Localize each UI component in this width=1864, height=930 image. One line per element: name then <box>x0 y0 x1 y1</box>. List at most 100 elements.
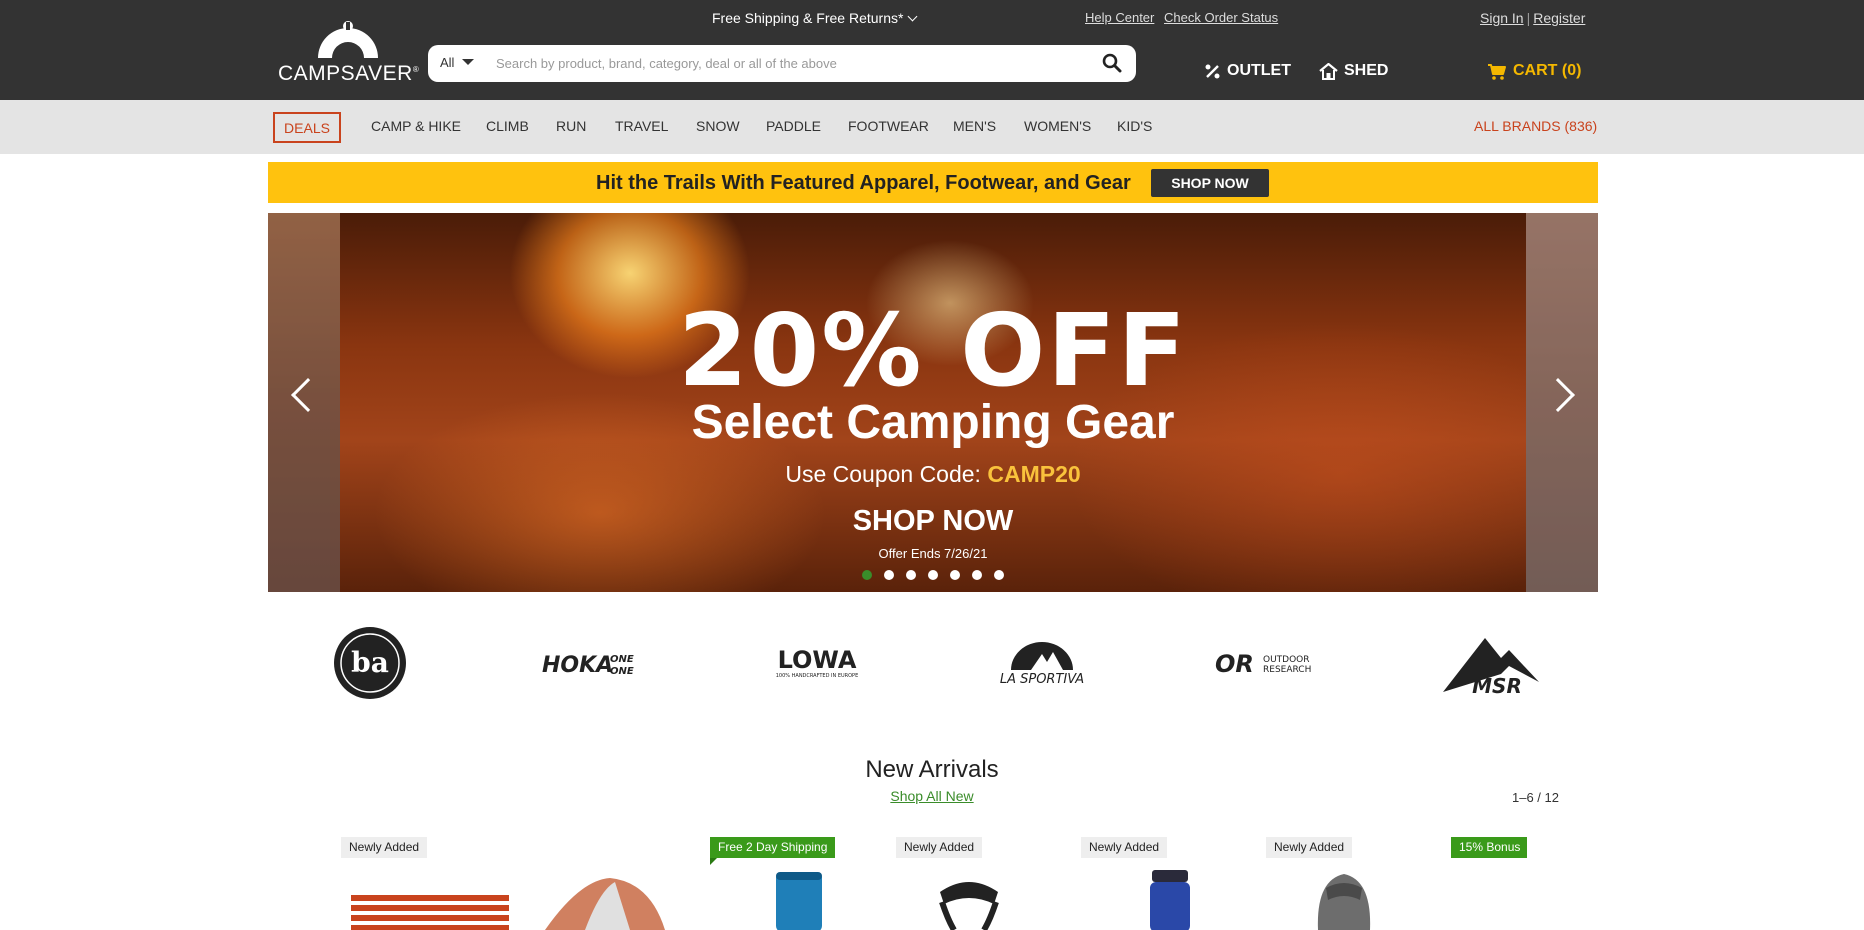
chevron-down-icon <box>907 11 918 22</box>
product-image-tumbler[interactable] <box>1142 870 1200 930</box>
svg-text:OR: OR <box>1215 650 1254 678</box>
brand-lowa[interactable]: LOWA 100% HANDCRAFTED IN EUROPE <box>762 628 872 698</box>
cart-label: CART (0) <box>1513 62 1582 79</box>
coupon-code: CAMP20 <box>987 461 1081 487</box>
tumbler-image <box>1150 870 1190 930</box>
nav-climb[interactable]: CLIMB <box>486 118 529 134</box>
carousel-dot[interactable] <box>994 570 1004 580</box>
shed-icon <box>1319 62 1338 80</box>
product-badge: Newly Added <box>1081 837 1168 858</box>
product-image-tent[interactable] <box>540 870 670 930</box>
svg-text:ba: ba <box>351 646 389 679</box>
logo-icon <box>318 21 378 58</box>
shipping-text: Free Shipping & Free Returns* <box>712 10 904 26</box>
hero-slide-image[interactable]: 20% OFF Select Camping Gear Use Coupon C… <box>340 213 1526 592</box>
search-input[interactable] <box>496 52 1056 74</box>
carousel-dot[interactable] <box>906 570 916 580</box>
carousel-dots <box>268 570 1598 580</box>
hero-coupon: Use Coupon Code: CAMP20 <box>340 461 1526 488</box>
check-order-status-link[interactable]: Check Order Status <box>1164 10 1278 25</box>
brand-outdoor-research[interactable]: OR OUTDOOR RESEARCH <box>1210 628 1322 698</box>
brand-hoka[interactable]: HOKA ONE ONE <box>540 628 650 698</box>
logo-text: CAMPSAVER <box>278 62 413 85</box>
carousel-dot[interactable] <box>862 570 872 580</box>
hoka-one-one-logo: HOKA ONE ONE <box>542 653 634 678</box>
hero-shop-now[interactable]: SHOP NOW <box>340 505 1526 538</box>
svg-text:RESEARCH: RESEARCH <box>1263 665 1311 675</box>
outlet-label: OUTLET <box>1227 62 1291 79</box>
svg-text:HOKA: HOKA <box>542 653 613 678</box>
nav-womens[interactable]: WOMEN'S <box>1024 118 1091 134</box>
nav-all-brands[interactable]: ALL BRANDS (836) <box>1474 118 1597 134</box>
carousel-dot[interactable] <box>950 570 960 580</box>
help-center-link[interactable]: Help Center <box>1085 10 1154 25</box>
big-agnes-logo: ba <box>334 627 406 699</box>
shop-all-new-wrapper: Shop All New <box>0 788 1864 804</box>
svg-text:MSR: MSR <box>1472 674 1522 694</box>
account-links: Sign In | Register <box>1480 10 1585 26</box>
hero-carousel[interactable]: 20% OFF Select Camping Gear Use Coupon C… <box>268 213 1598 592</box>
product-image-tent-stakes[interactable] <box>348 870 513 930</box>
product-badge: 15% Bonus <box>1451 837 1527 858</box>
nav-deals[interactable]: DEALS <box>273 112 341 143</box>
nav-kids[interactable]: KID'S <box>1117 118 1152 134</box>
brand-big-agnes[interactable]: ba <box>330 627 410 699</box>
search-category-select[interactable]: All <box>440 55 475 70</box>
product-image-harness[interactable] <box>934 870 1004 930</box>
shed-link[interactable]: SHED <box>1319 62 1388 80</box>
product-image-backpack[interactable] <box>1302 870 1386 930</box>
nav-paddle[interactable]: PADDLE <box>766 118 821 134</box>
product-badge: Newly Added <box>1266 837 1353 858</box>
search-icon[interactable] <box>1102 53 1122 73</box>
tent-stakes-image <box>351 895 509 930</box>
carousel-dot[interactable] <box>928 570 938 580</box>
product-badge: Newly Added <box>896 837 983 858</box>
svg-text:LA SPORTIVA: LA SPORTIVA <box>1000 672 1084 686</box>
tent-image <box>545 878 665 930</box>
la-sportiva-logo: LA SPORTIVA <box>1000 642 1084 686</box>
svg-text:OUTDOOR: OUTDOOR <box>1263 655 1310 665</box>
new-arrivals-heading: New Arrivals <box>865 756 999 783</box>
category-nav: DEALS CAMP & HIKE CLIMB RUN TRAVEL SNOW … <box>0 100 1864 154</box>
brand-la-sportiva[interactable]: LA SPORTIVA <box>986 628 1098 698</box>
nav-snow[interactable]: SNOW <box>696 118 740 134</box>
nav-run[interactable]: RUN <box>556 118 586 134</box>
help-links: Help Center Check Order Status <box>1085 10 1284 25</box>
svg-text:ONE: ONE <box>610 654 634 665</box>
carousel-dot[interactable] <box>972 570 982 580</box>
shed-label: SHED <box>1344 62 1389 79</box>
product-badge: Newly Added <box>341 837 428 858</box>
search-bar: All <box>428 45 1136 82</box>
promo-shop-now-button[interactable]: SHOP NOW <box>1151 169 1269 197</box>
shipping-dropdown[interactable]: Free Shipping & Free Returns* <box>712 10 918 26</box>
svg-text:100% HANDCRAFTED IN EUROPE: 100% HANDCRAFTED IN EUROPE <box>776 673 859 678</box>
shop-all-new-link[interactable]: Shop All New <box>890 788 973 804</box>
lowa-logo: LOWA 100% HANDCRAFTED IN EUROPE <box>776 648 859 678</box>
brand-msr[interactable]: MSR <box>1436 628 1548 698</box>
sleeping-pad-image <box>776 872 822 930</box>
harness-image <box>939 882 999 930</box>
carousel-dot[interactable] <box>884 570 894 580</box>
sign-in-link[interactable]: Sign In <box>1480 10 1524 26</box>
svg-text:ONE: ONE <box>610 666 634 677</box>
nav-footwear[interactable]: FOOTWEAR <box>848 118 929 134</box>
site-header: CAMPSAVER® Free Shipping & Free Returns*… <box>0 0 1864 100</box>
tag-percent-icon <box>1205 64 1220 78</box>
nav-camp-hike[interactable]: CAMP & HIKE <box>371 118 461 134</box>
campsaver-logo[interactable]: CAMPSAVER® <box>278 20 419 85</box>
nav-travel[interactable]: TRAVEL <box>615 118 668 134</box>
svg-text:LOWA: LOWA <box>778 648 857 674</box>
promo-text: Hit the Trails With Featured Apparel, Fo… <box>596 172 1131 194</box>
product-badge: Free 2 Day Shipping <box>710 837 836 865</box>
hero-subhead: Select Camping Gear <box>691 396 1175 449</box>
hero-headline: 20% OFF <box>678 292 1188 409</box>
outlet-link[interactable]: OUTLET <box>1204 62 1291 80</box>
product-image-sleeping-pad[interactable] <box>774 870 824 930</box>
backpack-image <box>1317 874 1371 930</box>
register-link[interactable]: Register <box>1533 10 1585 26</box>
nav-mens[interactable]: MEN'S <box>953 118 996 134</box>
cart-link[interactable]: CART (0) <box>1487 62 1581 80</box>
pagination-count: 1–6 / 12 <box>1512 790 1559 805</box>
coupon-prefix: Use Coupon Code: <box>785 461 981 487</box>
promo-banner[interactable]: Hit the Trails With Featured Apparel, Fo… <box>268 162 1598 203</box>
